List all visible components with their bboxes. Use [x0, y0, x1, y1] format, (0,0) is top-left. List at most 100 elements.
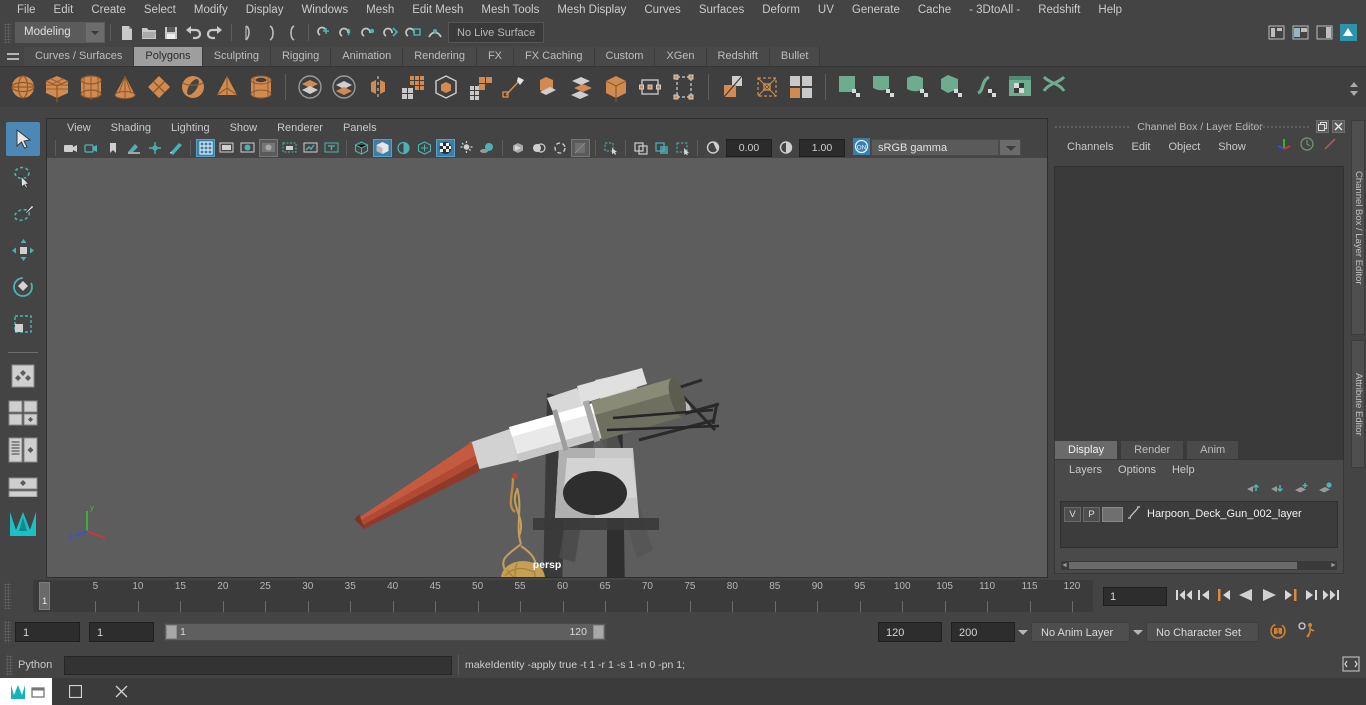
layer-list-scrollbar[interactable]: ◄ ►: [1061, 561, 1337, 570]
viewport-select-icon[interactable]: [673, 139, 692, 157]
menu-item-curves[interactable]: Curves: [635, 0, 689, 20]
layer-editor-tab-anim[interactable]: Anim: [1186, 440, 1240, 460]
menu-item-deform[interactable]: Deform: [753, 0, 809, 20]
menu-item-3dtoall[interactable]: - 3DtoAll -: [960, 0, 1029, 20]
channel-box-menu-channels[interactable]: Channels: [1058, 135, 1122, 159]
play-forwards-icon[interactable]: [1259, 587, 1279, 606]
viewport-menu-panels[interactable]: Panels: [333, 119, 387, 137]
depth-of-field-icon[interactable]: [550, 139, 569, 157]
command-line-grip[interactable]: [6, 655, 13, 675]
redo-icon[interactable]: [205, 23, 225, 43]
show-hide-editors-icon[interactable]: [1291, 23, 1311, 43]
multisample-icon[interactable]: [529, 139, 548, 157]
menu-item-mesh-tools[interactable]: Mesh Tools: [472, 0, 548, 20]
menu-item-edit-mesh[interactable]: Edit Mesh: [403, 0, 472, 20]
single-pane-layout-icon[interactable]: [6, 396, 40, 430]
color-management-select[interactable]: sRGB gamma: [871, 139, 999, 156]
persp-viewport[interactable]: y x z persp: [47, 158, 1047, 577]
character-set-selector[interactable]: No Character Set: [1146, 622, 1259, 642]
use-lights-icon[interactable]: [457, 139, 476, 157]
chevron-down-icon[interactable]: [1348, 89, 1360, 98]
layer-name[interactable]: Harpoon_Deck_Gun_002_layer: [1147, 508, 1302, 520]
axis-icon[interactable]: [1276, 136, 1292, 155]
extrude-icon[interactable]: [532, 71, 564, 103]
grease-pencil-icon[interactable]: [166, 139, 185, 157]
snap-projected-icon[interactable]: [381, 23, 401, 43]
snap-grid-icon[interactable]: [315, 23, 335, 43]
planar-map-icon[interactable]: [868, 71, 900, 103]
viewport-menu-renderer[interactable]: Renderer: [267, 119, 333, 137]
channel-box-menu-object[interactable]: Object: [1159, 135, 1209, 159]
shelf-tab-sculpting[interactable]: Sculpting: [202, 47, 271, 66]
select-camera-icon[interactable]: [61, 139, 80, 157]
gate-mask-icon[interactable]: [259, 138, 278, 157]
step-forward-key-icon[interactable]: [1282, 587, 1300, 606]
command-language-label[interactable]: Python: [18, 659, 64, 671]
auto-keyframe-icon[interactable]: 1: [1268, 621, 1288, 644]
uv-editor-icon[interactable]: [834, 71, 866, 103]
layer-editor-tab-display[interactable]: Display: [1054, 440, 1119, 460]
menu-item-mesh-display[interactable]: Mesh Display: [548, 0, 635, 20]
range-slider-bar[interactable]: 1 120: [164, 623, 606, 641]
layer-list[interactable]: V P Harpoon_Deck_Gun_002_layer: [1060, 501, 1338, 548]
range-end-handle[interactable]: [593, 625, 604, 639]
camera-attributes-icon[interactable]: [82, 139, 101, 157]
menu-item-display[interactable]: Display: [237, 0, 293, 20]
target-weld-icon[interactable]: [668, 71, 700, 103]
show-hide-attribute-editor-icon[interactable]: [1315, 23, 1335, 43]
checker-texture-icon[interactable]: [436, 138, 455, 157]
restore-icon[interactable]: [1316, 120, 1329, 133]
poly-sphere-icon[interactable]: [7, 71, 39, 103]
gamma-icon[interactable]: [776, 139, 795, 157]
animation-end-time-field[interactable]: 200: [951, 622, 1015, 642]
new-layer-from-selected-icon[interactable]: [1318, 482, 1333, 498]
crease-tool-icon[interactable]: [751, 71, 783, 103]
poly-torus-icon[interactable]: [177, 71, 209, 103]
tab-attribute-editor[interactable]: Attribute Editor: [1351, 340, 1365, 468]
menu-item-windows[interactable]: Windows: [292, 0, 357, 20]
xray-active-components-icon[interactable]: [652, 139, 671, 157]
mirror-icon[interactable]: [362, 71, 394, 103]
boolean-icon[interactable]: [430, 71, 462, 103]
move-layer-down-icon[interactable]: [1270, 482, 1285, 498]
layer-playback-toggle[interactable]: P: [1083, 506, 1100, 522]
panel-grip-right[interactable]: [1234, 125, 1310, 130]
poly-plane-icon[interactable]: [143, 71, 175, 103]
save-scene-icon[interactable]: [161, 23, 181, 43]
pencil-icon[interactable]: [1322, 136, 1338, 155]
shelf-tab-redshift[interactable]: Redshift: [706, 47, 770, 66]
color-management-toggle-icon[interactable]: ON: [852, 137, 871, 159]
open-scene-icon[interactable]: [139, 23, 159, 43]
chevron-left-icon[interactable]: ◄: [1061, 562, 1068, 569]
menu-item-edit[interactable]: Edit: [45, 0, 83, 20]
menu-item-generate[interactable]: Generate: [843, 0, 909, 20]
menu-item-redshift[interactable]: Redshift: [1029, 0, 1089, 20]
shelf-tab-xgen[interactable]: XGen: [655, 47, 707, 66]
script-editor-icon[interactable]: [1342, 655, 1360, 676]
layer-visibility-toggle[interactable]: V: [1064, 506, 1081, 522]
autodesk-app-icon[interactable]: [1339, 23, 1359, 43]
new-scene-icon[interactable]: [117, 23, 137, 43]
shelf-tab-rigging[interactable]: Rigging: [270, 47, 332, 66]
poly-cylinder-icon[interactable]: [75, 71, 107, 103]
bookmark-icon[interactable]: [103, 139, 122, 157]
channel-box-menu-show[interactable]: Show: [1209, 135, 1255, 159]
poly-cone-icon[interactable]: [109, 71, 141, 103]
combine-icon[interactable]: [294, 71, 326, 103]
move-tool-icon[interactable]: [6, 233, 40, 267]
chevron-right-icon[interactable]: ►: [1330, 562, 1337, 569]
playback-end-time-field[interactable]: 120: [878, 622, 942, 642]
shelf-tab-custom[interactable]: Custom: [594, 47, 656, 66]
time-slider-grip[interactable]: [4, 583, 11, 609]
menu-item-modify[interactable]: Modify: [185, 0, 237, 20]
clock-icon[interactable]: [1299, 136, 1315, 155]
command-input[interactable]: [64, 655, 452, 675]
lasso-select-tool-icon[interactable]: [6, 159, 40, 193]
close-icon[interactable]: [98, 678, 144, 705]
poly-pipe-icon[interactable]: [245, 71, 277, 103]
snap-view-plane-icon[interactable]: [403, 23, 423, 43]
shelf-tab-fx[interactable]: FX: [476, 47, 515, 66]
menu-set-selector[interactable]: Modeling: [15, 22, 105, 43]
shelf-tab-bullet[interactable]: Bullet: [769, 47, 821, 66]
cylindrical-map-icon[interactable]: [902, 71, 934, 103]
